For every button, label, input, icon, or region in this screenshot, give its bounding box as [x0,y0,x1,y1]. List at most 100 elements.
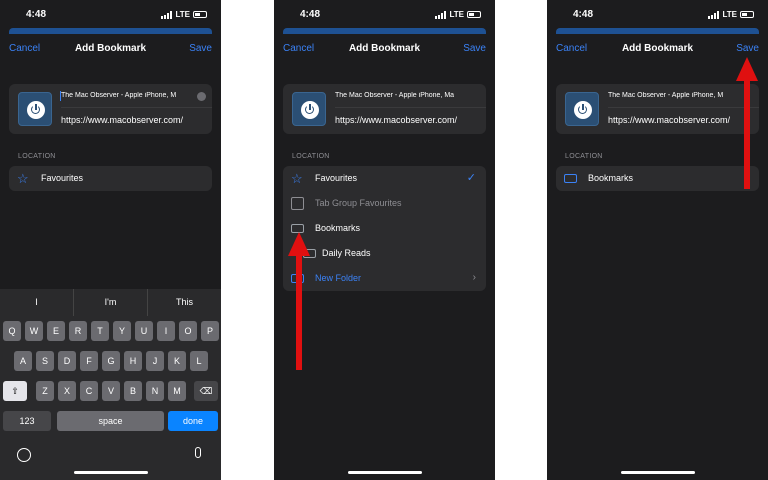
bookmark-url: https://www.macobserver.com/ [335,115,458,125]
power-icon [301,101,319,119]
nav-bar: Cancel Add Bookmark Save [274,41,495,57]
red-arrow-annotation [288,232,310,370]
key-r[interactable]: R [69,321,87,341]
keyboard-bottom-bar [0,445,221,480]
key-q[interactable]: Q [3,321,21,341]
status-time: 4:48 [26,9,47,20]
power-icon [27,101,45,119]
location-selector[interactable]: Bookmarks [556,166,759,191]
key-y[interactable]: Y [113,321,131,341]
signal-icon [708,10,720,19]
key-m[interactable]: M [168,381,186,401]
key-i[interactable]: I [157,321,175,341]
key-row-3: ⇧ Z X C V B N M ⌫ [0,381,221,401]
star-icon: ☆ [291,171,303,186]
location-daily-reads[interactable]: Daily Reads [283,241,486,266]
page-title: Add Bookmark [348,43,421,54]
checkmark-icon: ✓ [466,172,476,184]
signal-icon [435,10,447,19]
bookmark-title-input[interactable]: The Mac Observer - Apple iPhone, Ma [335,92,481,99]
status-time: 4:48 [300,9,321,20]
save-button[interactable]: Save [463,43,486,54]
key-row-4: 123 space done [0,411,221,431]
key-p[interactable]: P [201,321,219,341]
key-k[interactable]: K [168,351,186,371]
shift-key[interactable]: ⇧ [3,381,27,401]
bookmark-title-input[interactable]: The Mac Observer - Apple iPhone, M [61,92,195,99]
location-name: Tab Group Favourites [315,198,402,208]
key-w[interactable]: W [25,321,43,341]
bookmark-card: The Mac Observer - Apple iPhone, M https… [9,84,212,134]
sheet-edge [9,28,212,34]
location-name: New Folder [315,273,362,283]
key-v[interactable]: V [102,381,120,401]
key-h[interactable]: H [124,351,142,371]
key-b[interactable]: B [124,381,142,401]
suggestion-2[interactable]: I'm [74,289,148,316]
chevron-right-icon: › [472,272,476,283]
key-c[interactable]: C [80,381,98,401]
location-name: Bookmarks [315,223,361,233]
page-title: Add Bookmark [621,43,694,54]
location-list: ☆ Favourites ✓ Tab Group Favourites Book… [283,166,486,291]
network-label: LTE [449,10,464,19]
battery-icon [740,11,754,18]
numbers-key[interactable]: 123 [3,411,51,431]
new-folder-button[interactable]: New Folder › [283,266,486,291]
key-n[interactable]: N [146,381,164,401]
key-s[interactable]: S [36,351,54,371]
signal-icon [161,10,173,19]
site-icon [565,92,599,126]
location-name: Daily Reads [322,248,371,258]
bookmark-url: https://www.macobserver.com/ [608,115,731,125]
space-key[interactable]: space [57,411,164,431]
bookmark-card: The Mac Observer - Apple iPhone, M https… [556,84,759,134]
battery-icon [193,11,207,18]
key-f[interactable]: F [80,351,98,371]
arrow-shaft [296,254,302,370]
keyboard: I I'm This Q W E R T Y U I O P A S D F G… [0,289,221,480]
emoji-icon[interactable] [17,448,31,462]
folder-icon [564,174,577,183]
home-indicator [621,471,695,474]
suggestion-1[interactable]: I [0,289,74,316]
save-button[interactable]: Save [189,43,212,54]
key-u[interactable]: U [135,321,153,341]
save-button[interactable]: Save [736,43,759,54]
key-row-2: A S D F G H J K L [0,351,221,371]
phone-screen-1: 4:48 LTE Cancel Add Bookmark Save The Ma… [0,0,221,480]
home-indicator [348,471,422,474]
location-favourites[interactable]: ☆ Favourites ✓ [283,166,486,191]
key-x[interactable]: X [58,381,76,401]
clear-text-icon[interactable] [197,92,206,101]
network-label: LTE [175,10,190,19]
bookmark-url: https://www.macobserver.com/ [61,115,184,125]
location-bookmarks[interactable]: Bookmarks [283,216,486,241]
power-icon [574,101,592,119]
key-l[interactable]: L [190,351,208,371]
key-t[interactable]: T [91,321,109,341]
key-d[interactable]: D [58,351,76,371]
location-tab-group-favourites: Tab Group Favourites [283,191,486,216]
key-a[interactable]: A [14,351,32,371]
site-icon [18,92,52,126]
bookmark-title-input[interactable]: The Mac Observer - Apple iPhone, M [608,92,754,99]
done-key[interactable]: done [168,411,218,431]
backspace-key[interactable]: ⌫ [194,381,218,401]
location-name: Favourites [315,173,358,183]
location-label: LOCATION [18,153,56,160]
status-bar: 4:48 LTE [547,9,768,23]
nav-bar: Cancel Add Bookmark Save [547,41,768,57]
key-j[interactable]: J [146,351,164,371]
key-z[interactable]: Z [36,381,54,401]
location-bookmarks[interactable]: Bookmarks [556,166,759,191]
location-favourites[interactable]: ☆ Favourites [9,166,212,191]
location-selector[interactable]: ☆ Favourites [9,166,212,191]
suggestion-3[interactable]: This [148,289,221,316]
sheet-edge [283,28,486,34]
key-o[interactable]: O [179,321,197,341]
key-e[interactable]: E [47,321,65,341]
home-indicator [74,471,148,474]
key-g[interactable]: G [102,351,120,371]
microphone-icon[interactable] [195,447,201,458]
